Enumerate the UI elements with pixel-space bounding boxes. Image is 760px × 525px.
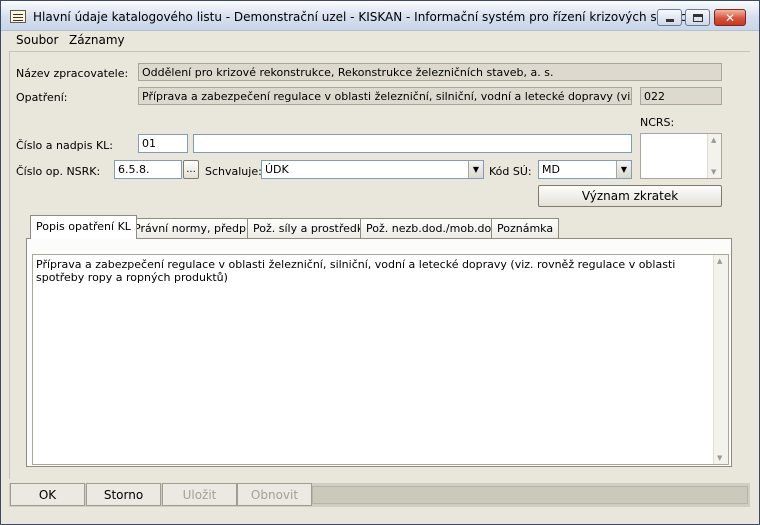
abbreviations-button[interactable]: Význam zkratek: [538, 185, 722, 207]
measure-label: Opatření:: [16, 91, 68, 104]
kl-title-input[interactable]: [193, 134, 632, 153]
form-panel: Název zpracovatele: Oddělení pro krizové…: [9, 51, 750, 479]
description-textarea[interactable]: Příprava a zabezpečení regulace v oblast…: [32, 254, 729, 465]
tab-popis-opatreni[interactable]: Popis opatření KL: [30, 215, 137, 239]
ncrs-listbox[interactable]: ▲ ▼: [640, 133, 722, 179]
tab-poz-nezb-dod[interactable]: Pož. nezb.dod./mob.dod.: [360, 218, 508, 238]
chevron-down-icon[interactable]: ▼: [616, 161, 631, 178]
menu-zaznamy[interactable]: Záznamy: [69, 33, 125, 47]
tab-poz-sily[interactable]: Pož. síly a prostředky: [247, 218, 376, 238]
approves-label: Schvaluje:: [205, 165, 262, 178]
scroll-up-icon[interactable]: ▲: [717, 257, 722, 265]
nsrk-browse-button[interactable]: ...: [183, 160, 199, 179]
description-text: Příprava a zabezpečení regulace v oblast…: [36, 258, 676, 284]
scroll-down-icon[interactable]: ▼: [711, 168, 716, 176]
window-title: Hlavní údaje katalogového listu - Demons…: [33, 10, 690, 24]
approves-value: ÚDK: [265, 163, 289, 176]
scroll-down-icon[interactable]: ▼: [717, 454, 722, 462]
kl-label: Číslo a nadpis KL:: [16, 139, 113, 152]
su-select[interactable]: MD ▼: [538, 160, 632, 179]
chevron-down-icon[interactable]: ▼: [468, 161, 483, 178]
menu-soubor[interactable]: Soubor: [16, 33, 58, 47]
nsrk-input[interactable]: 6.5.8.: [114, 160, 182, 179]
tab-content: Příprava a zabezpečení regulace v oblast…: [26, 238, 732, 467]
tab-poznamka[interactable]: Poznámka: [491, 218, 560, 238]
minimize-button[interactable]: [657, 9, 682, 26]
main-window: Hlavní údaje katalogového listu - Demons…: [0, 0, 760, 525]
button-bar: OK Storno Uložit Obnovit: [9, 483, 750, 507]
maximize-button[interactable]: [685, 9, 710, 26]
approves-select[interactable]: ÚDK ▼: [261, 160, 484, 179]
description-scrollbar[interactable]: ▲ ▼: [713, 255, 728, 464]
scroll-up-icon[interactable]: ▲: [711, 136, 716, 144]
ncrs-label: NCRS:: [640, 116, 675, 129]
kl-number-input[interactable]: 01: [138, 134, 188, 153]
maximize-icon: [692, 13, 703, 22]
processor-field: Oddělení pro krizové rekonstrukce, Rekon…: [138, 63, 722, 81]
storno-button[interactable]: Storno: [86, 483, 161, 506]
status-area: [312, 486, 748, 504]
ulozit-button[interactable]: Uložit: [162, 483, 237, 506]
ncrs-scrollbar[interactable]: ▲ ▼: [707, 134, 721, 178]
form-icon[interactable]: [10, 10, 26, 23]
obnovit-button[interactable]: Obnovit: [237, 483, 312, 506]
title-bar[interactable]: Hlavní údaje katalogového listu - Demons…: [1, 1, 759, 31]
measure-field: Příprava a zabezpečení regulace v oblast…: [138, 87, 632, 105]
menu-bar: Soubor Záznamy: [2, 31, 758, 50]
close-icon: ✕: [724, 10, 736, 25]
nsrk-label: Číslo op. NSRK:: [16, 165, 101, 178]
su-label: Kód SÚ:: [489, 165, 532, 178]
su-value: MD: [542, 163, 560, 176]
processor-label: Název zpracovatele:: [16, 67, 129, 80]
close-button[interactable]: ✕: [714, 9, 746, 26]
measure-code-field: 022: [640, 87, 722, 105]
minimize-icon: [665, 19, 674, 22]
ok-button[interactable]: OK: [10, 483, 85, 506]
